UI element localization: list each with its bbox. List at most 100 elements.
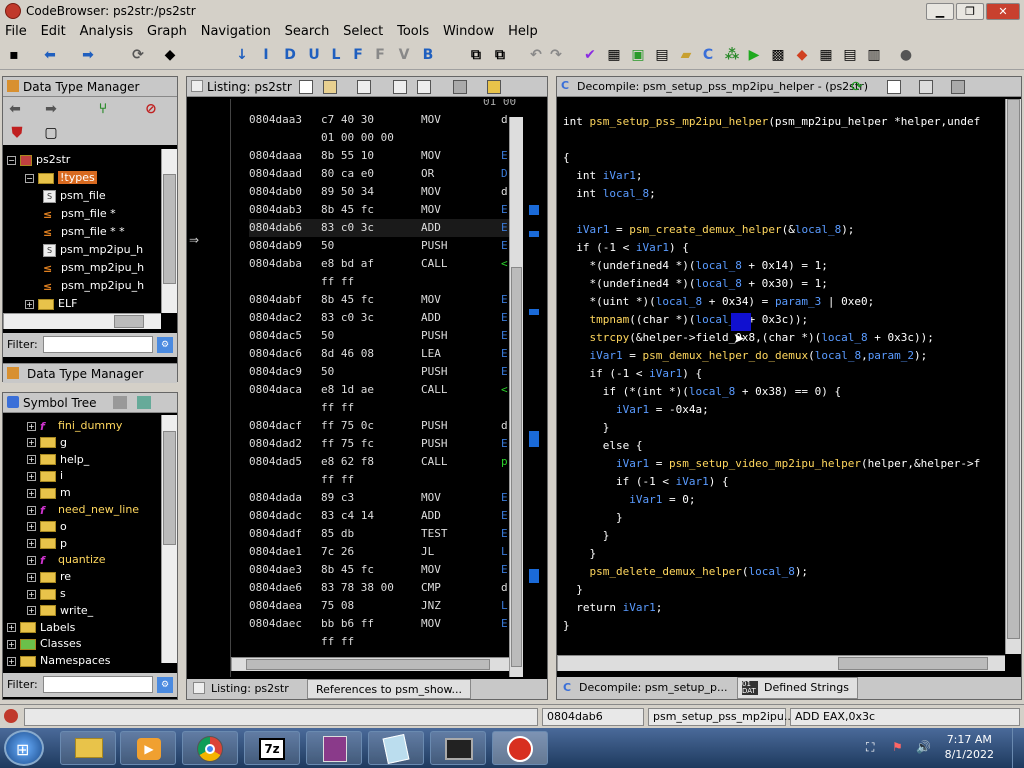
dtm-tree-item[interactable]: ≤ psm_file * xyxy=(43,205,116,222)
listing-row[interactable]: 0804dae1 7c 26 JL L xyxy=(249,543,509,561)
dtm-tree-item[interactable]: − ps2str xyxy=(7,151,70,168)
decompile-line[interactable]: int local_8; xyxy=(563,185,656,203)
listing-row[interactable]: 0804dabf 8b 45 fc MOV E xyxy=(249,291,509,309)
expand-toggle-icon[interactable]: + xyxy=(27,455,36,465)
expand-toggle-icon[interactable]: − xyxy=(7,155,16,165)
system-clock[interactable]: 7:17 AM 8/1/2022 xyxy=(945,732,994,762)
listing-row[interactable]: 0804dada 89 c3 MOV E xyxy=(249,489,509,507)
decompile-tab[interactable]: Decompile: psm_setup_p... xyxy=(579,681,727,694)
export-icon[interactable] xyxy=(919,80,933,94)
symbol-tree-item[interactable]: + f fini_dummy xyxy=(27,417,122,434)
listing-row[interactable]: 0804dadc 83 c4 14 ADD E xyxy=(249,507,509,525)
symbol-tree-vscroll[interactable] xyxy=(161,415,177,663)
listing-row[interactable]: ff ff xyxy=(249,471,509,489)
options-icon[interactable] xyxy=(487,80,501,94)
archive-icon[interactable]: ⛊ xyxy=(9,125,25,141)
symbol-tree-item[interactable]: + re xyxy=(27,568,71,585)
symbol-tree-item[interactable]: + write_ xyxy=(27,602,93,619)
dtm-tab[interactable]: Data Type Manager xyxy=(3,363,177,383)
dtm-tree-item[interactable]: + ELF xyxy=(25,295,77,312)
listing-row[interactable]: 0804dab0 89 50 34 MOV d xyxy=(249,183,509,201)
taskbar-chrome[interactable] xyxy=(182,731,238,765)
listing-row[interactable]: ff ff xyxy=(249,273,509,291)
listing-tab[interactable]: Listing: ps2str xyxy=(211,682,289,695)
taskbar-terminal[interactable] xyxy=(430,731,486,765)
symbol-tree-item[interactable]: + s xyxy=(27,585,66,602)
decompile-line[interactable]: if (*(int *)(local_8 + 0x38) == 0) { xyxy=(563,383,841,401)
memory-icon[interactable]: ▥ xyxy=(866,47,882,63)
save-icon[interactable]: ▪ xyxy=(6,47,22,63)
decompile-line[interactable]: int iVar1; xyxy=(563,167,642,185)
filter-options-icon[interactable]: ⚙ xyxy=(157,337,173,353)
decompile-hscroll[interactable] xyxy=(557,655,1005,671)
decompile-line[interactable]: iVar1 = -0x4a; xyxy=(563,401,709,419)
listing-row[interactable]: 0804daec bb b6 ff MOV E xyxy=(249,615,509,633)
snapshot-icon[interactable] xyxy=(453,80,467,94)
decompile-line[interactable]: return iVar1; xyxy=(563,599,662,617)
table-icon[interactable]: ▦ xyxy=(818,47,834,63)
symtree-filter-options-icon[interactable]: ⚙ xyxy=(157,677,173,693)
expand-toggle-icon[interactable]: + xyxy=(27,606,36,616)
symbol-tree-item[interactable]: + i xyxy=(27,467,63,484)
split-icon[interactable]: ⧉ xyxy=(492,47,508,63)
down-arrow-icon[interactable]: ↓ xyxy=(234,47,250,63)
forward-arrow-icon[interactable]: ➡ xyxy=(80,47,96,63)
decompile-line[interactable]: *(uint *)(local_8 + 0x34) = param_3 | 0x… xyxy=(563,293,874,311)
user-icon[interactable]: ● xyxy=(898,47,914,63)
nav-data-icon[interactable]: D xyxy=(282,47,298,63)
nav-undefined-icon[interactable]: U xyxy=(306,47,322,63)
expand-toggle-icon[interactable]: + xyxy=(7,623,16,633)
close-button[interactable]: ✕ xyxy=(986,3,1020,20)
decompile-line[interactable]: } xyxy=(563,581,583,599)
redo-icon[interactable]: ↷ xyxy=(548,47,564,63)
menu-tools[interactable]: Tools xyxy=(392,22,434,41)
decompile-line[interactable]: *(undefined4 *)(local_8 + 0x30) = 1; xyxy=(563,275,827,293)
decompile-vscroll[interactable] xyxy=(1005,99,1021,654)
forward-icon[interactable]: ➡ xyxy=(43,101,59,117)
listing-row[interactable]: 0804daa3 c7 40 30 MOV d xyxy=(249,111,509,129)
decompile-vscroll-thumb[interactable] xyxy=(1007,99,1020,639)
menu-analysis[interactable]: Analysis xyxy=(75,22,139,41)
dtm-hscroll-thumb[interactable] xyxy=(114,315,144,328)
symbol-tree-vscroll-thumb[interactable] xyxy=(163,431,176,545)
grid-icon[interactable]: ▤ xyxy=(842,47,858,63)
expand-toggle-icon[interactable]: + xyxy=(27,438,36,448)
dtm-tree-item[interactable]: Spsm_mp2ipu_h xyxy=(43,241,143,258)
listing-vscroll-thumb[interactable] xyxy=(511,267,522,667)
listing-row[interactable]: 0804daad 80 ca e0 OR D xyxy=(249,165,509,183)
cursor-icon[interactable] xyxy=(357,80,371,94)
maximize-button[interactable]: ❐ xyxy=(956,3,984,20)
expand-toggle-icon[interactable]: + xyxy=(27,589,36,599)
dtm-vscroll-thumb[interactable] xyxy=(163,174,176,284)
decompile-line[interactable]: int psm_setup_pss_mp2ipu_helper(psm_mp2i… xyxy=(563,113,980,131)
dtm-tree-item[interactable]: ≤ psm_file * * xyxy=(43,223,125,240)
taskbar-archive-tool[interactable] xyxy=(306,731,362,765)
minimize-button[interactable]: ▁ xyxy=(926,3,954,20)
tray-network-icon[interactable]: ⛶ xyxy=(866,740,874,755)
listing-row[interactable]: 0804daba e8 bd af CALL < xyxy=(249,255,509,273)
listing-row[interactable]: 0804dacf ff 75 0c PUSH d xyxy=(249,417,509,435)
defined-strings-tab[interactable]: 01 DAT Defined Strings xyxy=(737,677,858,699)
dtm-tree-item[interactable]: Spsm_file xyxy=(43,187,106,204)
expand-toggle-icon[interactable]: + xyxy=(27,505,36,515)
dtm-tree-item[interactable]: − !types xyxy=(25,169,97,186)
decompile-line[interactable]: psm_delete_demux_helper(local_8); xyxy=(563,563,809,581)
listing-row[interactable]: 0804dab6 83 c0 3c ADD E xyxy=(249,219,509,237)
merge-icon[interactable]: ⧉ xyxy=(468,47,484,63)
bookmark-icon[interactable]: ◆ xyxy=(162,47,178,63)
references-tab[interactable]: References to psm_show... xyxy=(307,679,471,699)
start-orb[interactable]: ⊞ xyxy=(4,730,44,766)
nav-label-icon[interactable]: L xyxy=(328,47,344,63)
taskbar-file-explorer[interactable] xyxy=(60,731,116,765)
tool-icon-3[interactable]: ▤ xyxy=(654,47,670,63)
decompile-line[interactable]: } xyxy=(563,509,623,527)
refresh-icon[interactable]: ⟳ xyxy=(130,47,146,63)
symbol-tree-root[interactable]: + Classes xyxy=(7,635,81,652)
listing-row[interactable]: 0804dab3 8b 45 fc MOV E xyxy=(249,201,509,219)
symbol-tree-item[interactable]: + g xyxy=(27,434,67,451)
nav-instruction-icon[interactable]: I xyxy=(258,47,274,63)
listing-row[interactable]: 0804dad5 e8 62 f8 CALL p xyxy=(249,453,509,471)
run-icon[interactable]: ▶ xyxy=(746,47,762,63)
decompile-line[interactable]: } xyxy=(563,419,610,437)
symbol-tree-item[interactable]: + p xyxy=(27,535,67,552)
